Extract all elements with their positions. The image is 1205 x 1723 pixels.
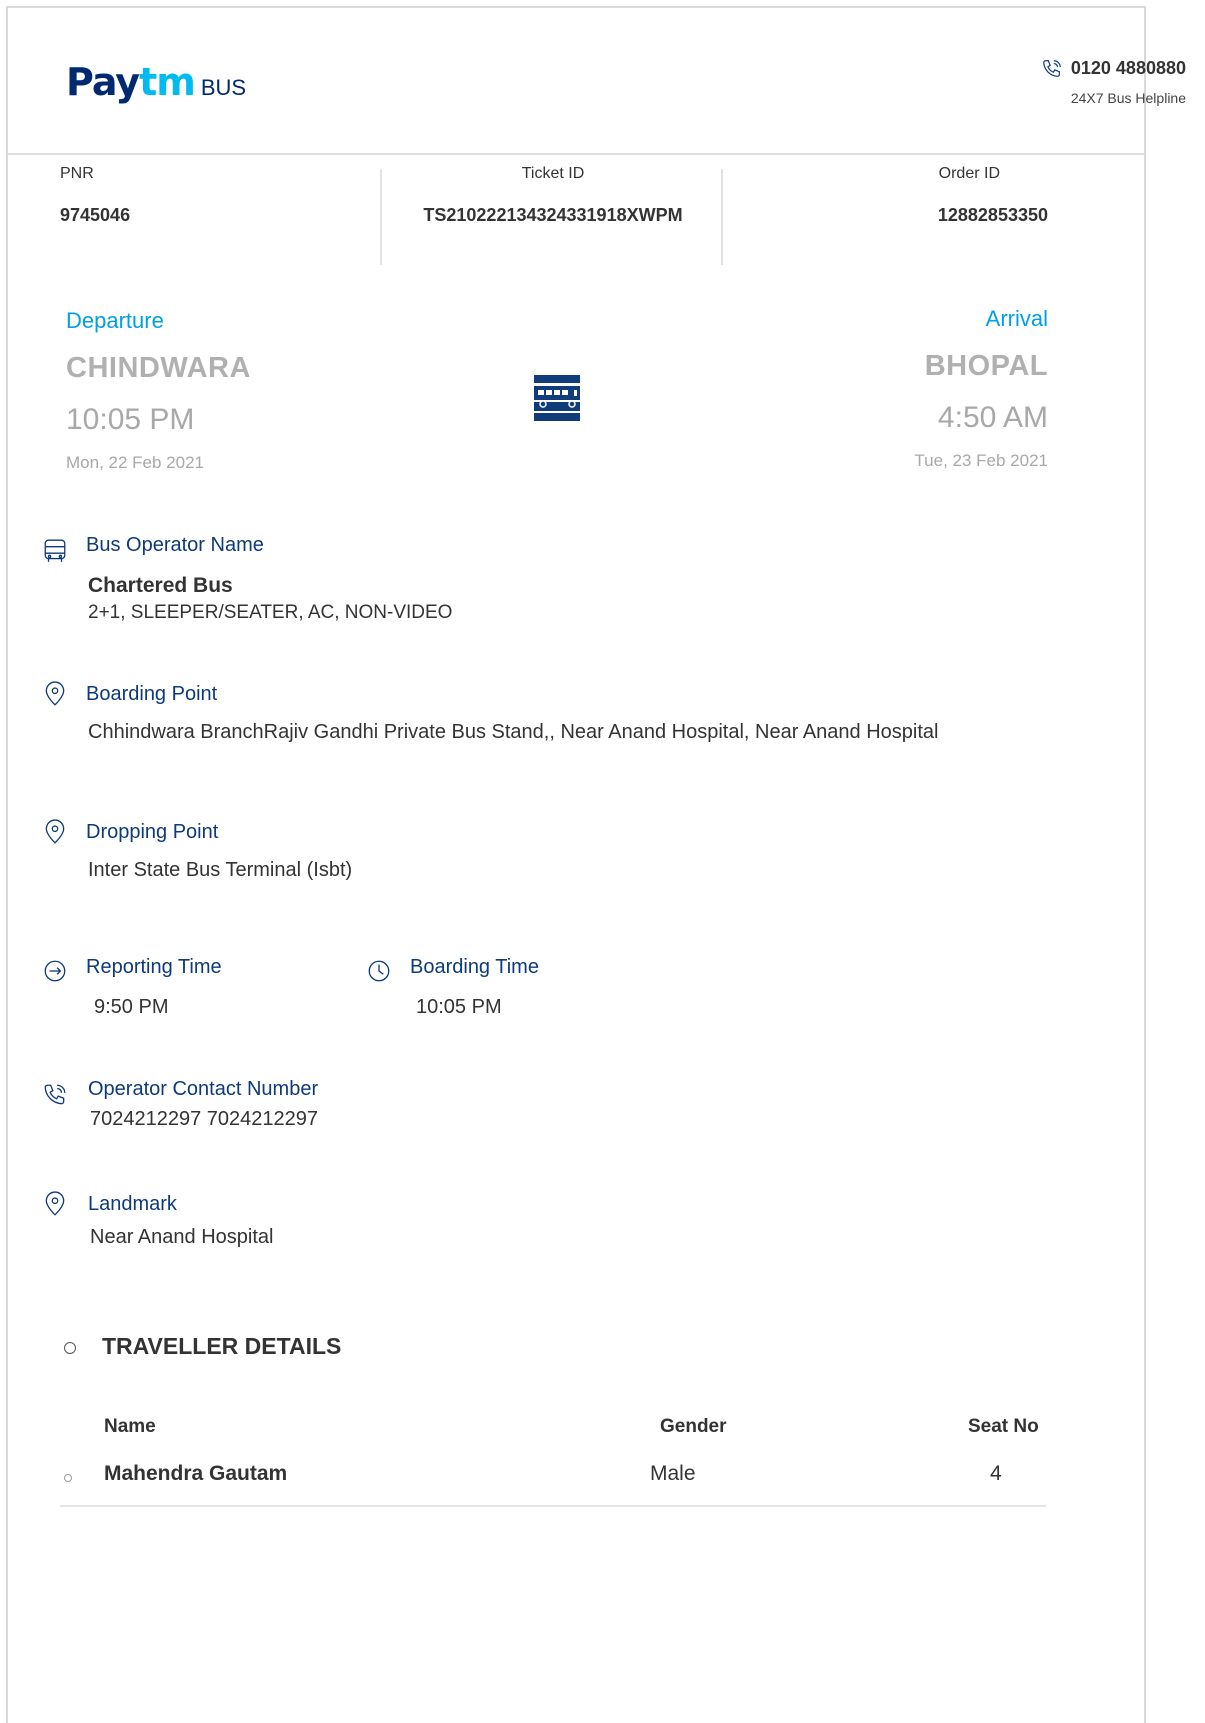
ticket-header: Paytm BUS 0120 4880880 24X7 Bus Helpline [8, 8, 1186, 155]
arrival-city: BHOPAL [924, 350, 1048, 382]
landmark-value: Near Anand Hospital [90, 1226, 274, 1248]
departure-city: CHINDWARA [66, 352, 251, 384]
paytm-bus-logo: Paytm BUS [66, 60, 246, 104]
row-bullet [64, 1474, 72, 1482]
pnr-block: PNR 9745046 [60, 165, 130, 260]
section-bullet [64, 1342, 76, 1354]
arrow-circle-icon [44, 960, 66, 982]
order-id-value: 12882853350 [937, 205, 1048, 225]
column-seat-no: Seat No [968, 1416, 1039, 1437]
reporting-time-value: 9:50 PM [94, 996, 169, 1018]
reporting-time-title: Reporting Time [86, 956, 222, 978]
pnr-label: PNR [60, 165, 94, 182]
boarding-point-title: Boarding Point [86, 683, 218, 705]
order-id-label: Order ID [938, 165, 1000, 182]
location-pin-icon [45, 1191, 65, 1216]
location-pin-icon [45, 819, 65, 844]
operator-title: Bus Operator Name [86, 534, 264, 556]
arrival-date: Tue, 23 Feb 2021 [914, 451, 1048, 470]
clock-icon [368, 960, 390, 982]
table-divider [60, 1505, 1046, 1507]
operator-name: Chartered Bus [88, 574, 233, 597]
helpline-number[interactable]: 0120 4880880 [1071, 58, 1186, 78]
operator-bus-type: 2+1, SLEEPER/SEATER, AC, NON-VIDEO [88, 602, 453, 623]
traveller-gender: Male [650, 1462, 696, 1485]
departure-date: Mon, 22 Feb 2021 [66, 453, 204, 472]
ticket-id-block: Ticket ID TS210222134324331918XWPM [418, 165, 688, 260]
ticket-id-value: TS210222134324331918XWPM [423, 205, 683, 225]
boarding-point-value: Chhindwara BranchRajiv Gandhi Private Bu… [88, 721, 939, 743]
helpline-label: 24X7 Bus Helpline [1070, 90, 1186, 107]
column-name: Name [104, 1416, 156, 1437]
operator-contact-title: Operator Contact Number [88, 1078, 319, 1100]
traveller-seat: 4 [990, 1462, 1002, 1485]
pnr-value: 9745046 [60, 205, 131, 225]
booking-ids: PNR 9745046 Ticket ID TS2102221343243319… [8, 155, 1144, 265]
divider [721, 169, 723, 265]
location-pin-icon [45, 681, 65, 706]
ticket: Paytm BUS 0120 4880880 24X7 Bus Helpline… [6, 6, 1186, 1723]
arrival-label: Arrival [985, 306, 1048, 331]
landmark-title: Landmark [88, 1193, 177, 1215]
traveller-name: Mahendra Gautam [104, 1462, 288, 1485]
departure-time: 10:05 PM [66, 403, 195, 436]
order-id-block: Order ID 12882853350 [938, 165, 1048, 260]
operator-contact-value[interactable]: 7024212297 7024212297 [90, 1108, 318, 1131]
column-gender: Gender [660, 1416, 727, 1437]
dropping-point-title: Dropping Point [86, 821, 219, 843]
boarding-time-value: 10:05 PM [416, 996, 502, 1018]
paytm-wordmark: Paytm [66, 60, 196, 104]
ticket-id-label: Ticket ID [521, 165, 585, 182]
departure-block: Departure CHINDWARA 10:05 PM Mon, 22 Feb… [66, 308, 251, 473]
bus-icon [534, 375, 580, 421]
dropping-point-value: Inter State Bus Terminal (Isbt) [88, 859, 353, 881]
bus-outline-icon [44, 539, 66, 562]
helpline: 0120 4880880 24X7 Bus Helpline [886, 58, 1186, 106]
departure-label: Departure [66, 308, 164, 333]
traveller-details-heading: TRAVELLER DETAILS [102, 1333, 342, 1359]
divider [380, 169, 382, 265]
phone-icon [44, 1084, 66, 1105]
boarding-time-title: Boarding Time [410, 956, 539, 978]
arrival-block: Arrival BHOPAL 4:50 AM Tue, 23 Feb 2021 [914, 306, 1048, 471]
phone-icon [1043, 60, 1061, 78]
arrival-time: 4:50 AM [937, 401, 1048, 434]
logo-product: BUS [200, 75, 247, 100]
